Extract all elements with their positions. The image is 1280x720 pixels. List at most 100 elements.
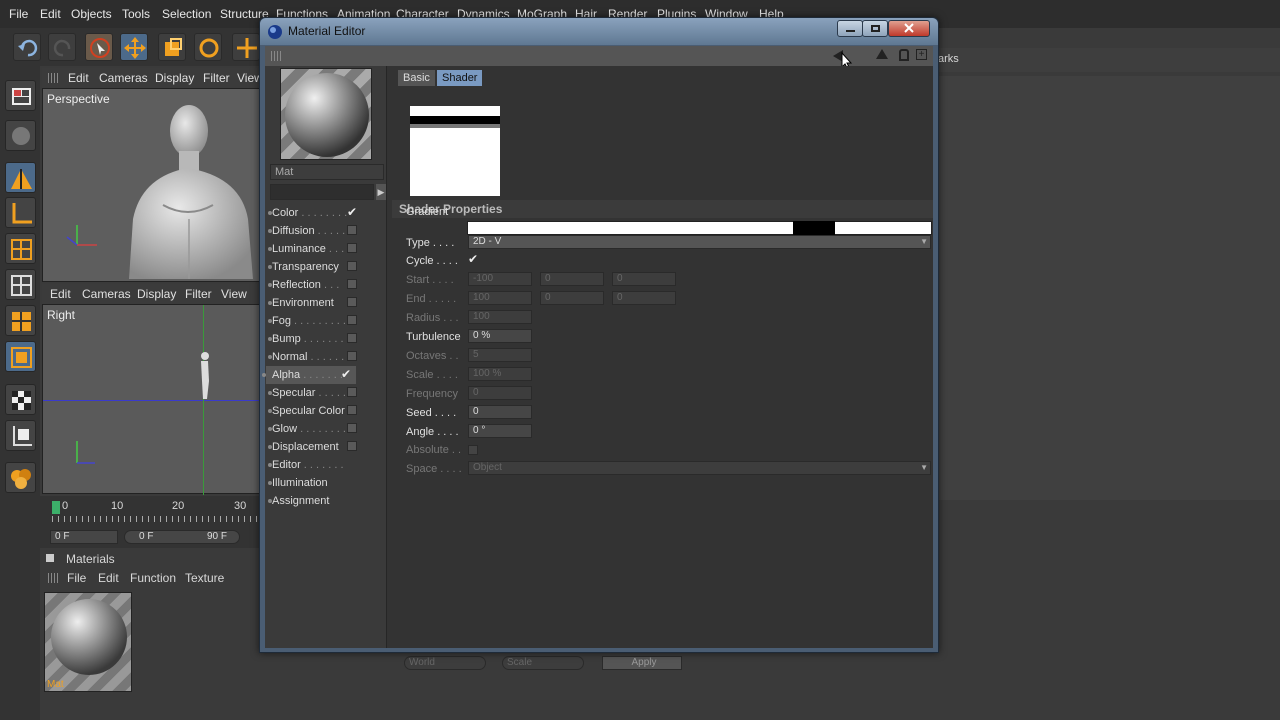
menu-file[interactable]: File (9, 7, 28, 21)
vp2-menu-filter[interactable]: Filter (185, 287, 212, 301)
move-icon[interactable] (120, 33, 148, 61)
menu-selection[interactable]: Selection (162, 7, 211, 21)
type-dropdown[interactable]: 2D - V ▼ (468, 235, 931, 249)
vp2-menu-cameras[interactable]: Cameras (82, 287, 131, 301)
octaves-field[interactable]: 5 (468, 348, 532, 362)
redo-icon[interactable] (48, 33, 76, 61)
points-icon[interactable] (5, 233, 36, 264)
channel-alpha[interactable]: Alpha . . . . . . . ✔ (262, 366, 356, 384)
channel-bump[interactable]: Bump . . . . . . . (268, 330, 384, 348)
editor-grip-icon[interactable] (271, 51, 283, 61)
world-dropdown[interactable]: World (404, 656, 486, 670)
start-frame-field[interactable]: 0 F (50, 530, 118, 544)
mat-menu-file[interactable]: File (67, 571, 86, 585)
channel-checkbox[interactable] (347, 297, 357, 307)
timeline[interactable]: 0 10 20 30 0 F 0 F 90 F (40, 496, 260, 548)
vp-menu-display[interactable]: Display (155, 71, 194, 85)
channel-reflection[interactable]: Reflection . . . (268, 276, 384, 294)
perspective-viewport[interactable]: Perspective (42, 88, 262, 282)
vp-menu-filter[interactable]: Filter (203, 71, 230, 85)
uv-icon[interactable] (5, 341, 36, 372)
frequency-field[interactable]: 0 (468, 386, 532, 400)
seed-field[interactable]: 0 (468, 405, 532, 419)
frame-range-slider[interactable]: 0 F 90 F (124, 530, 240, 544)
channel-fog[interactable]: Fog . . . . . . . . . (268, 312, 384, 330)
checker-icon[interactable] (5, 384, 36, 415)
vp2-menu-display[interactable]: Display (137, 287, 176, 301)
channel-editor[interactable]: Editor . . . . . . . (268, 456, 384, 474)
angle-field[interactable]: 0 ° (468, 424, 532, 438)
channel-normal[interactable]: Normal . . . . . . (268, 348, 384, 366)
channel-illumination[interactable]: Illumination (268, 474, 384, 492)
channel-diffusion[interactable]: Diffusion . . . . . (268, 222, 384, 240)
live-selection-icon[interactable] (85, 33, 113, 61)
object-manager-tab[interactable]: arks (938, 53, 959, 65)
model-mode-icon[interactable] (5, 162, 36, 193)
new-window-icon[interactable]: + (916, 49, 927, 60)
cycle-checkbox[interactable]: ✔ (468, 252, 478, 266)
radius-field[interactable]: 100 (468, 310, 532, 324)
channel-checkbox[interactable] (347, 423, 357, 433)
axis-icon[interactable] (5, 197, 36, 228)
vp-menu-edit[interactable]: Edit (68, 71, 89, 85)
channel-color[interactable]: Color . . . . . . . . ✔ (268, 204, 384, 222)
start-y-field[interactable]: 0 (540, 272, 604, 286)
gradient-bar[interactable] (467, 221, 932, 235)
channel-checkbox[interactable] (347, 351, 357, 361)
undo-icon[interactable] (13, 33, 41, 61)
mat-menu-function[interactable]: Function (130, 571, 176, 585)
lock-icon[interactable] (899, 49, 909, 61)
material-thumbnail[interactable]: Mat (44, 592, 132, 692)
rotate-icon[interactable] (194, 33, 222, 61)
end-z-field[interactable]: 0 (612, 291, 676, 305)
channel-transparency[interactable]: Transparency (268, 258, 384, 276)
sculpt-icon[interactable] (5, 462, 36, 493)
menu-edit[interactable]: Edit (40, 7, 61, 21)
channel-assignment[interactable]: Assignment (268, 492, 384, 510)
channel-glow[interactable]: Glow . . . . . . . . (268, 420, 384, 438)
end-x-field[interactable]: 100 (468, 291, 532, 305)
tab-shader[interactable]: Shader (437, 70, 483, 86)
material-preview[interactable] (280, 68, 372, 160)
channel-checkbox[interactable] (347, 315, 357, 325)
close-icon[interactable] (888, 20, 930, 37)
scale-dropdown[interactable]: Scale (502, 656, 584, 670)
mat-menu-edit[interactable]: Edit (98, 571, 119, 585)
channel-environment[interactable]: Environment (268, 294, 384, 312)
tab-basic[interactable]: Basic (398, 70, 435, 86)
menu-tools[interactable]: Tools (122, 7, 150, 21)
turbulence-field[interactable]: 0 % (468, 329, 532, 343)
channel-displacement[interactable]: Displacement (268, 438, 384, 456)
absolute-checkbox[interactable] (468, 445, 478, 455)
space-dropdown[interactable]: Object ▼ (468, 461, 931, 475)
scale-field[interactable]: 100 % (468, 367, 532, 381)
end-y-field[interactable]: 0 (540, 291, 604, 305)
polygons-icon[interactable] (5, 305, 36, 336)
materials-grip-icon[interactable] (48, 573, 60, 583)
add-icon[interactable] (232, 33, 260, 61)
material-name-field[interactable]: Mat (270, 164, 384, 180)
mat-menu-texture[interactable]: Texture (185, 571, 224, 585)
edges-icon[interactable] (5, 269, 36, 300)
workplane-icon[interactable] (5, 420, 36, 451)
channel-luminance[interactable]: Luminance . . . (268, 240, 384, 258)
channel-checkbox[interactable] (347, 441, 357, 451)
minimize-icon[interactable] (837, 20, 863, 37)
start-x-field[interactable]: -100 (468, 272, 532, 286)
channel-checkbox[interactable] (347, 261, 357, 271)
vp2-menu-view[interactable]: View (221, 287, 247, 301)
channel-checkbox[interactable] (347, 225, 357, 235)
layout-icon[interactable] (5, 80, 36, 111)
channel-checkbox[interactable] (347, 243, 357, 253)
maximize-icon[interactable] (862, 20, 888, 37)
vp-menu-cameras[interactable]: Cameras (99, 71, 148, 85)
texture-mode-icon[interactable] (5, 120, 36, 151)
channel-checkbox[interactable] (347, 333, 357, 343)
object-list[interactable] (938, 76, 1280, 500)
vp2-menu-edit[interactable]: Edit (50, 287, 71, 301)
apply-button[interactable]: Apply (602, 656, 682, 670)
grip-icon[interactable] (48, 73, 60, 83)
channel-specular-color[interactable]: Specular Color (268, 402, 384, 420)
scale-icon[interactable] (158, 33, 186, 61)
up-arrow-icon[interactable] (876, 49, 888, 59)
